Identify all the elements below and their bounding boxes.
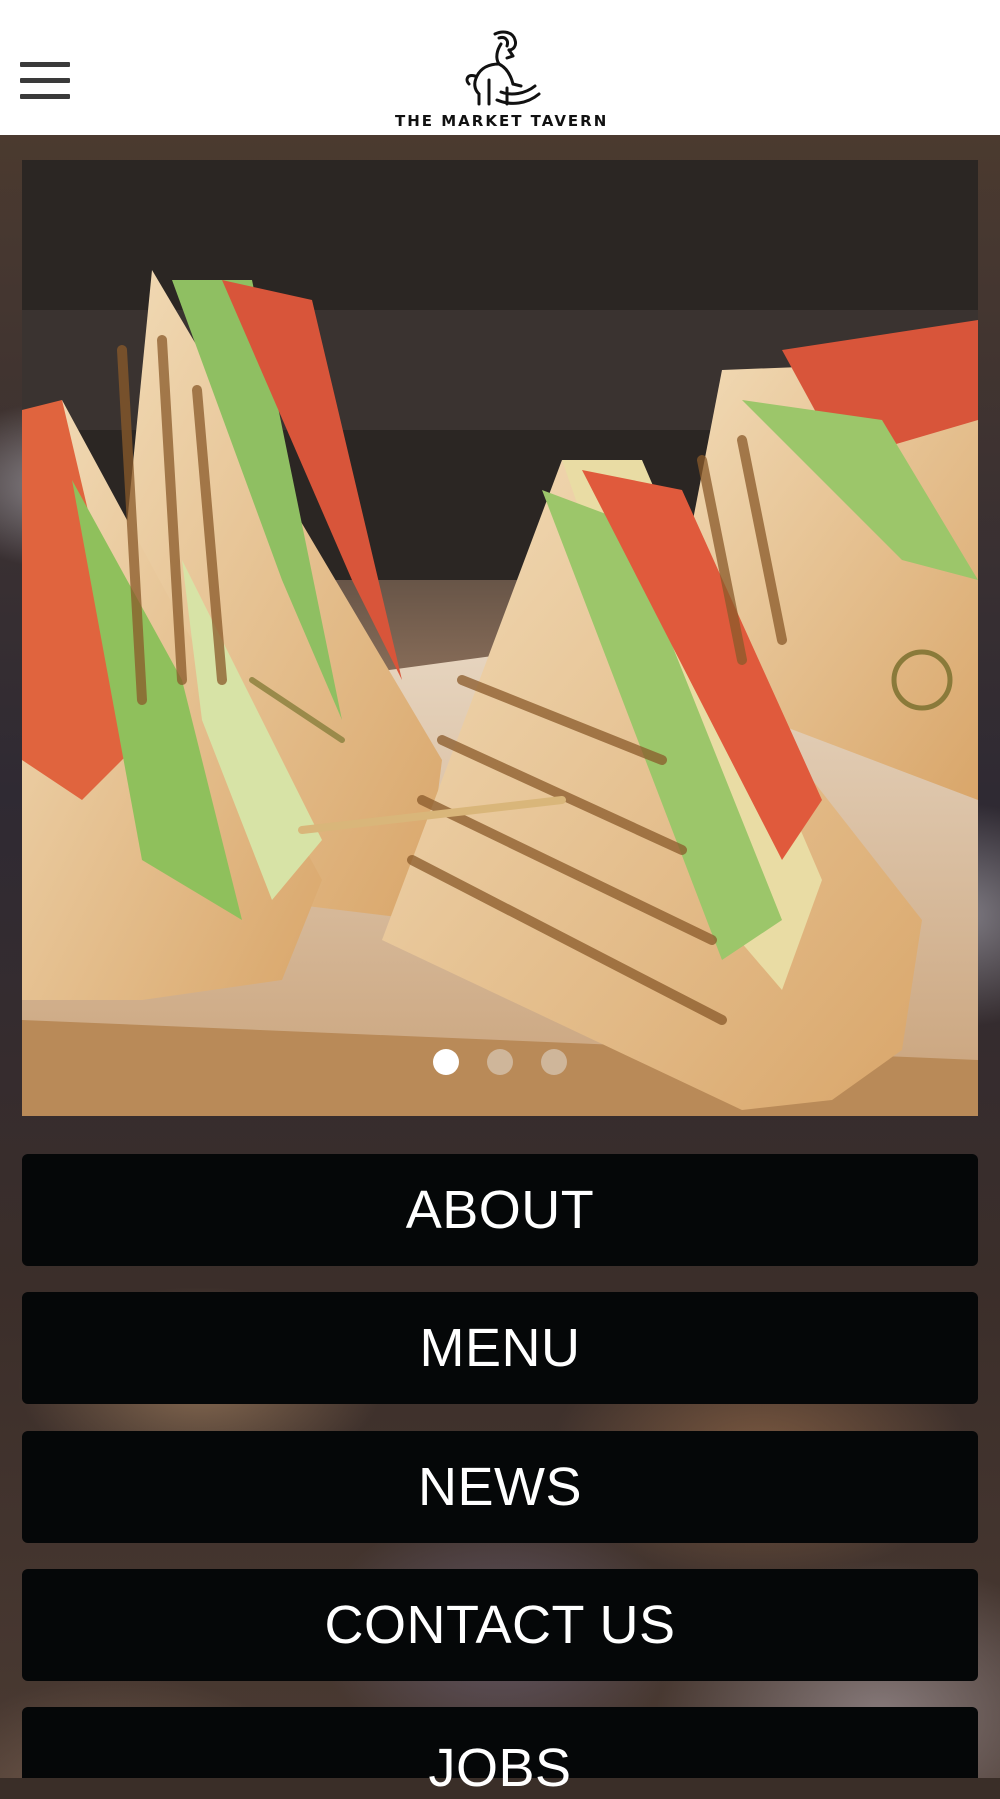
menu-button[interactable]: MENU (22, 1292, 978, 1404)
carousel-dot-2[interactable] (487, 1049, 513, 1075)
site-header: THE MARKET TAVERN (0, 0, 1000, 135)
carousel-dot-1[interactable] (432, 1049, 459, 1075)
site-logo[interactable]: THE MARKET TAVERN (395, 28, 609, 132)
contact-us-button[interactable]: CONTACT US (22, 1569, 978, 1681)
news-button[interactable]: NEWS (22, 1431, 978, 1543)
grilled-sandwich-photo (22, 160, 978, 1116)
image-carousel[interactable] (22, 160, 978, 1116)
about-button[interactable]: ABOUT (22, 1154, 978, 1266)
carousel-dot-3[interactable] (541, 1049, 568, 1075)
jobs-button[interactable]: JOBS (22, 1707, 978, 1798)
goat-logo-icon (465, 30, 541, 106)
carousel-pagination (22, 1049, 978, 1080)
hamburger-menu-icon[interactable] (20, 62, 70, 100)
logo-text: THE MARKET TAVERN (395, 112, 609, 130)
